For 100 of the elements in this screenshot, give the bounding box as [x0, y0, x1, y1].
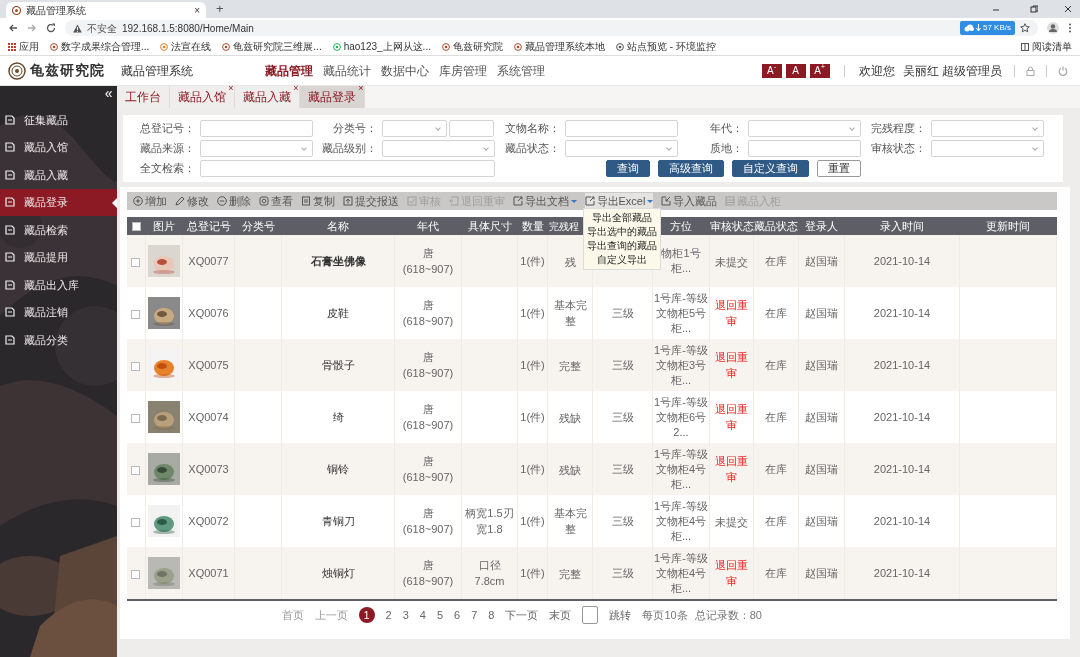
toolbar-button[interactable]: 增加 [132, 192, 167, 210]
bookmark[interactable]: 龟兹研究院 [441, 39, 503, 54]
address-bar[interactable]: 不安全 192.168.1.5:8080/Home/Main 57 KB/s [65, 20, 1038, 36]
toolbar-button[interactable]: 删除 [216, 192, 251, 210]
select-field[interactable] [199, 140, 313, 157]
reading-list[interactable]: 阅读清单 [1021, 39, 1072, 54]
nav-link[interactable]: 系统管理 [497, 61, 545, 80]
last-page-link[interactable]: 末页 [549, 606, 572, 624]
page-link[interactable]: 1 [358, 607, 375, 623]
select-field[interactable] [381, 140, 495, 157]
bookmark[interactable]: 藏品管理系统本地 [513, 39, 605, 54]
next-page-link[interactable]: 下一页 [505, 606, 539, 624]
page-link[interactable]: 7 [471, 606, 478, 624]
sidebar-item[interactable]: 藏品检索 [0, 216, 117, 244]
toolbar-button[interactable]: 修改 [174, 192, 209, 210]
menu-icon[interactable] [1068, 23, 1072, 33]
menu-item[interactable]: 导出查询的藏品 [586, 238, 657, 253]
sidebar-item[interactable]: 藏品入藏 [0, 161, 117, 189]
sidebar-item[interactable]: 藏品出入库 [0, 271, 117, 299]
return-icon [448, 196, 459, 206]
nav-link[interactable]: 藏品管理 [265, 61, 313, 80]
back-icon[interactable] [8, 23, 18, 33]
tab[interactable]: 工作台 [116, 86, 170, 108]
input-field[interactable] [747, 140, 861, 157]
nav-link[interactable]: 库房管理 [439, 61, 487, 80]
lock-icon[interactable] [1026, 65, 1035, 76]
tab-close[interactable]: × [194, 2, 200, 18]
profile-icon[interactable] [1047, 22, 1059, 34]
page-input[interactable] [582, 606, 599, 624]
sidebar-item[interactable]: 藏品注销 [0, 298, 117, 326]
row-checkbox[interactable] [131, 569, 141, 579]
bookmark[interactable]: hao123_上网从这... [332, 39, 431, 54]
input-field[interactable] [564, 120, 678, 137]
tab[interactable]: 藏品入馆 × [169, 86, 235, 108]
select-field[interactable] [930, 120, 1044, 137]
page-link[interactable]: 6 [454, 606, 461, 624]
toolbar-button[interactable]: 导入藏品 [661, 192, 718, 210]
page-link[interactable]: 2 [385, 606, 392, 624]
toolbar-button[interactable]: 提交报送 [342, 192, 399, 210]
nav-link[interactable]: 数据中心 [381, 61, 429, 80]
input-field[interactable] [199, 120, 313, 137]
bookmark[interactable]: 应用 [8, 39, 39, 54]
row-checkbox[interactable] [131, 517, 141, 527]
tab-close[interactable]: × [358, 84, 364, 93]
select-field[interactable] [930, 140, 1044, 157]
font-size-button[interactable]: A$^{-}$ [761, 63, 782, 78]
search-button[interactable]: 高级查询 [657, 160, 724, 177]
menu-item[interactable]: 自定义导出 [586, 252, 657, 267]
row-checkbox[interactable] [131, 309, 141, 319]
row-checkbox[interactable] [131, 361, 141, 371]
search-button[interactable]: 自定义查询 [731, 160, 809, 177]
table-cell: 1号库-等级文物柜5号柜... [653, 290, 709, 336]
page-link[interactable]: 5 [436, 606, 444, 624]
bookmark[interactable]: 龟兹研究院三维展... [222, 39, 322, 54]
bookmark[interactable]: 法宣在线 [160, 39, 212, 54]
nav-link[interactable]: 藏品统计 [323, 61, 371, 80]
page-link[interactable]: 8 [488, 606, 495, 624]
select-all-checkbox[interactable] [131, 222, 141, 232]
forward-icon[interactable] [27, 23, 37, 33]
field-label: 质地： [708, 141, 744, 157]
sidebar-item[interactable]: 藏品提用 [0, 243, 117, 271]
page-link[interactable]: 4 [419, 606, 426, 624]
toolbar-button[interactable]: 复制 [300, 192, 335, 210]
row-checkbox[interactable] [131, 465, 141, 475]
input-field[interactable] [199, 160, 495, 177]
tab[interactable]: 藏品登录 × [299, 86, 365, 108]
row-checkbox[interactable] [131, 257, 141, 267]
column-header: 审核状态 [709, 217, 754, 235]
font-size-button[interactable]: A [785, 63, 806, 78]
tab[interactable]: 藏品入藏 × [234, 86, 300, 108]
field-label: 审核状态： [869, 141, 927, 157]
tab-close[interactable]: × [228, 84, 234, 93]
collapse-button[interactable]: « [0, 86, 117, 106]
power-icon[interactable] [1058, 65, 1068, 76]
field-label: 全文检索： [138, 161, 196, 177]
bookmark[interactable]: 数字成果综合管理... [50, 39, 150, 54]
toolbar-button[interactable]: 导出文档 [512, 192, 577, 210]
new-tab-button[interactable]: + [216, 0, 224, 19]
reload-icon[interactable] [46, 23, 56, 33]
table-cell-text: 完整 [558, 566, 582, 582]
browser-tab[interactable]: 藏品管理系统 × [6, 2, 206, 18]
row-checkbox[interactable] [131, 413, 141, 423]
toolbar-button[interactable]: 查看 [258, 192, 293, 210]
sidebar-item[interactable]: 藏品入馆 [0, 133, 117, 161]
select-field[interactable] [564, 140, 678, 157]
search-button[interactable]: 查询 [605, 160, 650, 177]
sidebar-item[interactable]: 征集藏品 [0, 106, 117, 134]
input-field[interactable] [448, 120, 494, 137]
jump-link[interactable]: 跳转 [609, 606, 632, 624]
page-link[interactable]: 3 [402, 606, 409, 624]
bookmark[interactable]: 站点预览 - 环境监控 [615, 39, 716, 54]
table-cell: 三级 [592, 339, 653, 391]
search-button[interactable]: 重置 [816, 160, 861, 177]
select-field[interactable] [747, 120, 861, 137]
select-field[interactable] [381, 120, 447, 137]
sidebar-item[interactable]: 藏品登录 [0, 188, 117, 216]
sidebar-item[interactable]: 藏品分类 [0, 326, 117, 354]
star-icon[interactable] [1020, 23, 1030, 33]
tab-close[interactable]: × [293, 84, 299, 93]
font-size-button[interactable]: A$^{+}$ [809, 63, 830, 78]
